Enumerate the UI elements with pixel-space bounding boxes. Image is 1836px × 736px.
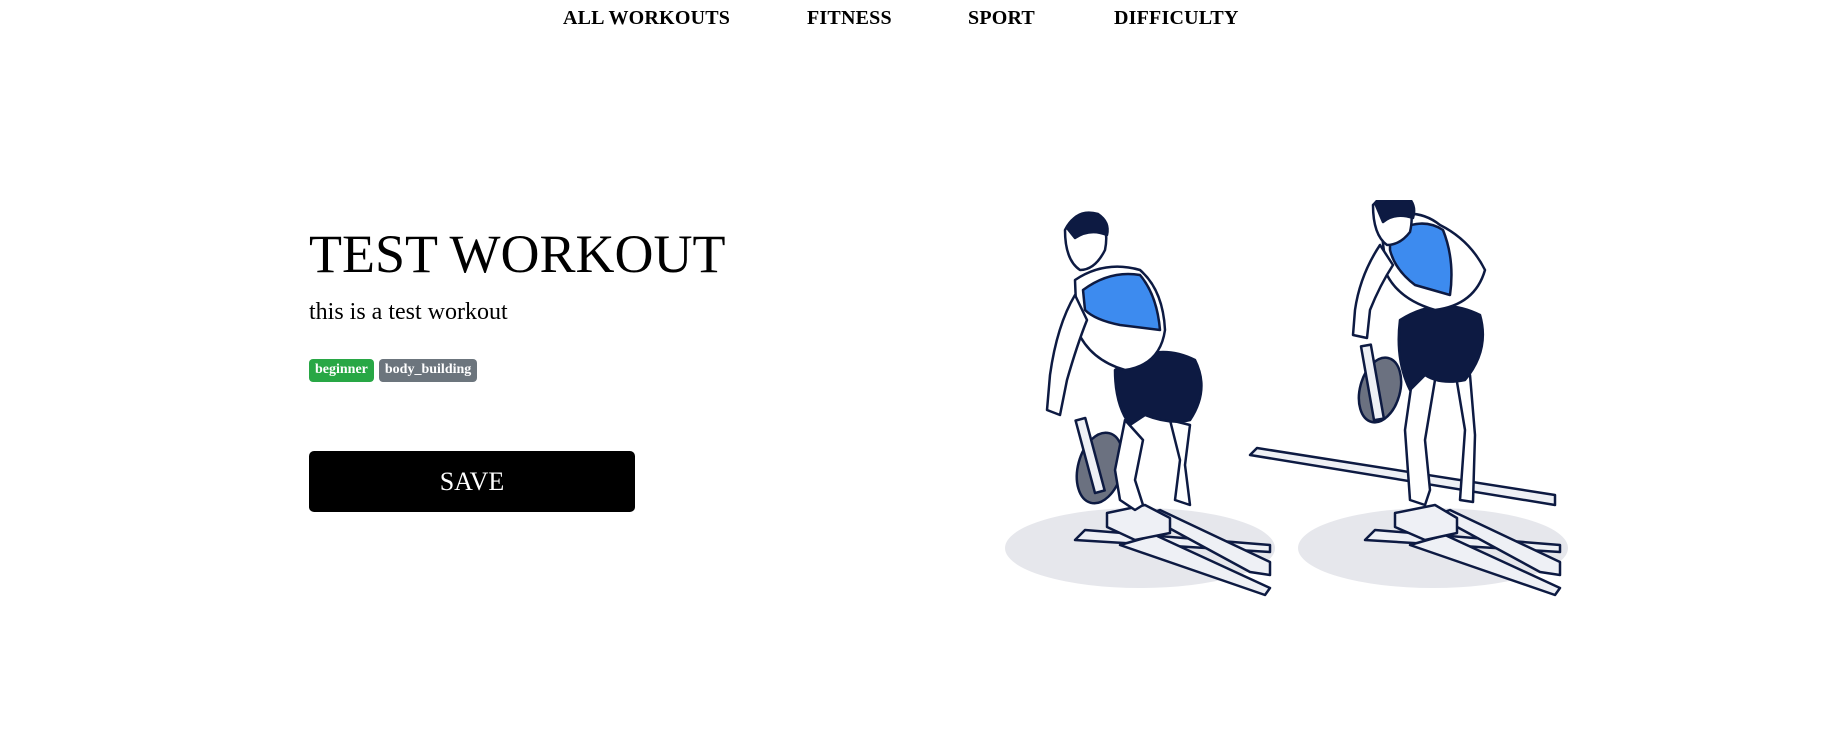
workout-description: this is a test workout [309,299,508,325]
nav-sport[interactable]: SPORT [968,7,1035,30]
top-nav: ALL WORKOUTS FITNESS SPORT DIFFICULTY [0,0,1836,40]
nav-difficulty[interactable]: DIFFICULTY [1114,7,1239,30]
nav-fitness[interactable]: FITNESS [807,7,892,30]
save-button[interactable]: SAVE [309,451,635,512]
workout-title: TEST WORKOUT [309,224,726,284]
tag-badge-body-building: body_building [378,359,478,382]
t-bar-row-illustration [1005,200,1568,597]
workout-tags: beginner body_building [309,359,478,382]
arm-right [1351,243,1395,340]
tag-badge-beginner: beginner [309,359,374,382]
arm-left [1045,293,1089,417]
nav-all-workouts[interactable]: ALL WORKOUTS [563,7,730,30]
legs-left [1113,418,1145,512]
